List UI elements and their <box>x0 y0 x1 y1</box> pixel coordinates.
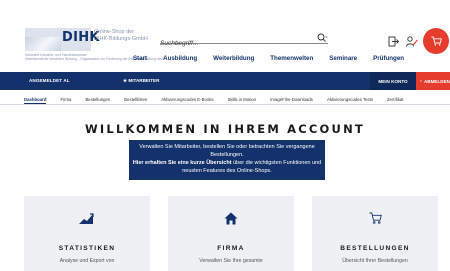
card-firma[interactable]: FIRMA Verwalten Sie Ihre gesamte <box>168 196 294 271</box>
nav-weiterbildung[interactable]: Weiterbildung <box>213 55 254 62</box>
nav-pruefungen[interactable]: Prüfungen <box>373 55 404 62</box>
tab-ebook-codes[interactable]: Aktivierungscodes E-Books <box>161 97 213 102</box>
tab-firma[interactable]: Firma <box>60 97 71 102</box>
chart-icon <box>24 210 150 226</box>
welcome-info-box: Verwalten Sie Mitarbeiter, bestellen Sie… <box>129 140 325 180</box>
tab-dashboard[interactable]: Dashboard <box>24 97 47 105</box>
search-bar <box>160 32 328 49</box>
info-line-3-rest: über die wichtigsten Funktionen und <box>231 160 322 166</box>
home-icon <box>168 210 294 226</box>
info-line-3-bold: Hier erhalten Sie eine kurze Übersicht <box>132 160 232 166</box>
nav-ausbildung[interactable]: Ausbildung <box>163 55 197 62</box>
tab-skills-in-motion[interactable]: Skills in Motion <box>228 97 257 102</box>
tabs-divider <box>0 104 450 105</box>
card-title: STATISTIKEN <box>58 245 116 252</box>
cart-icon <box>431 36 442 46</box>
info-line-2: Bestellungen. <box>210 152 244 158</box>
info-line-4: neusten Features des Online-Shops. <box>182 168 272 174</box>
logged-in-label: ANGEMELDET AL <box>29 78 70 83</box>
tab-imagefilm-downloads[interactable]: ImageFilm-Downloads <box>270 97 313 102</box>
search-input[interactable] <box>160 38 305 49</box>
card-title: FIRMA <box>217 245 245 252</box>
tab-test-codes[interactable]: Aktivierungscodes Tests <box>327 97 373 102</box>
nav-start[interactable]: Start <box>133 55 147 62</box>
main-nav: Start Ausbildung Weiterbildung Themenwel… <box>133 55 420 62</box>
tab-bestellungen[interactable]: Bestellungen <box>85 97 110 102</box>
mitarbeiter-link[interactable]: ★ MITARBEITER <box>123 78 159 84</box>
nav-seminare[interactable]: Seminare <box>329 55 357 62</box>
card-bestellungen[interactable]: BESTELLUNGEN Übersicht Ihrer Bestellunge… <box>312 196 438 271</box>
logout-button[interactable]: ABMELDEN <box>416 72 450 90</box>
logo-stripe <box>25 37 61 51</box>
card-statistiken[interactable]: STATISTIKEN Analyse und Export von <box>24 196 150 271</box>
card-description: Analyse und Export von <box>59 258 115 264</box>
shop-name-line2: DIHK-Bildungs-GmbH <box>94 35 148 42</box>
search-icon[interactable] <box>316 32 328 43</box>
tab-bestelllisten[interactable]: Bestelllisten <box>124 97 147 102</box>
cart-icon <box>312 210 438 226</box>
shop-name: Online-Shop der DIHK-Bildungs-GmbH <box>94 29 148 42</box>
nav-themenwelten[interactable]: Themenwelten <box>270 55 313 62</box>
card-description: Übersicht Ihrer Bestellungen <box>342 258 408 264</box>
account-bar: ANGEMELDET AL ★ MITARBEITER MEIN KONTO A… <box>0 72 450 90</box>
cart-button[interactable] <box>423 28 449 54</box>
login-icon[interactable] <box>386 34 400 48</box>
dihk-logo[interactable]: DIHK <box>25 28 99 51</box>
logout-label: ABMELDEN <box>423 78 450 84</box>
page-title: WILLKOMMEN IN IHREM ACCOUNT <box>85 122 365 136</box>
my-account-button[interactable]: MEIN KONTO <box>370 72 416 90</box>
card-description: Verwalten Sie Ihre gesamte <box>199 258 263 264</box>
info-line-1: Verwalten Sie Mitarbeiter, bestellen Sie… <box>139 144 315 150</box>
info-line-3: Hier erhalten Sie eine kurze Übersicht ü… <box>129 159 325 167</box>
logout-icon <box>420 80 422 82</box>
user-edit-icon[interactable] <box>405 34 419 48</box>
tab-zertifikat[interactable]: Zertifikat <box>387 97 403 102</box>
card-title: BESTELLUNGEN <box>340 245 410 252</box>
